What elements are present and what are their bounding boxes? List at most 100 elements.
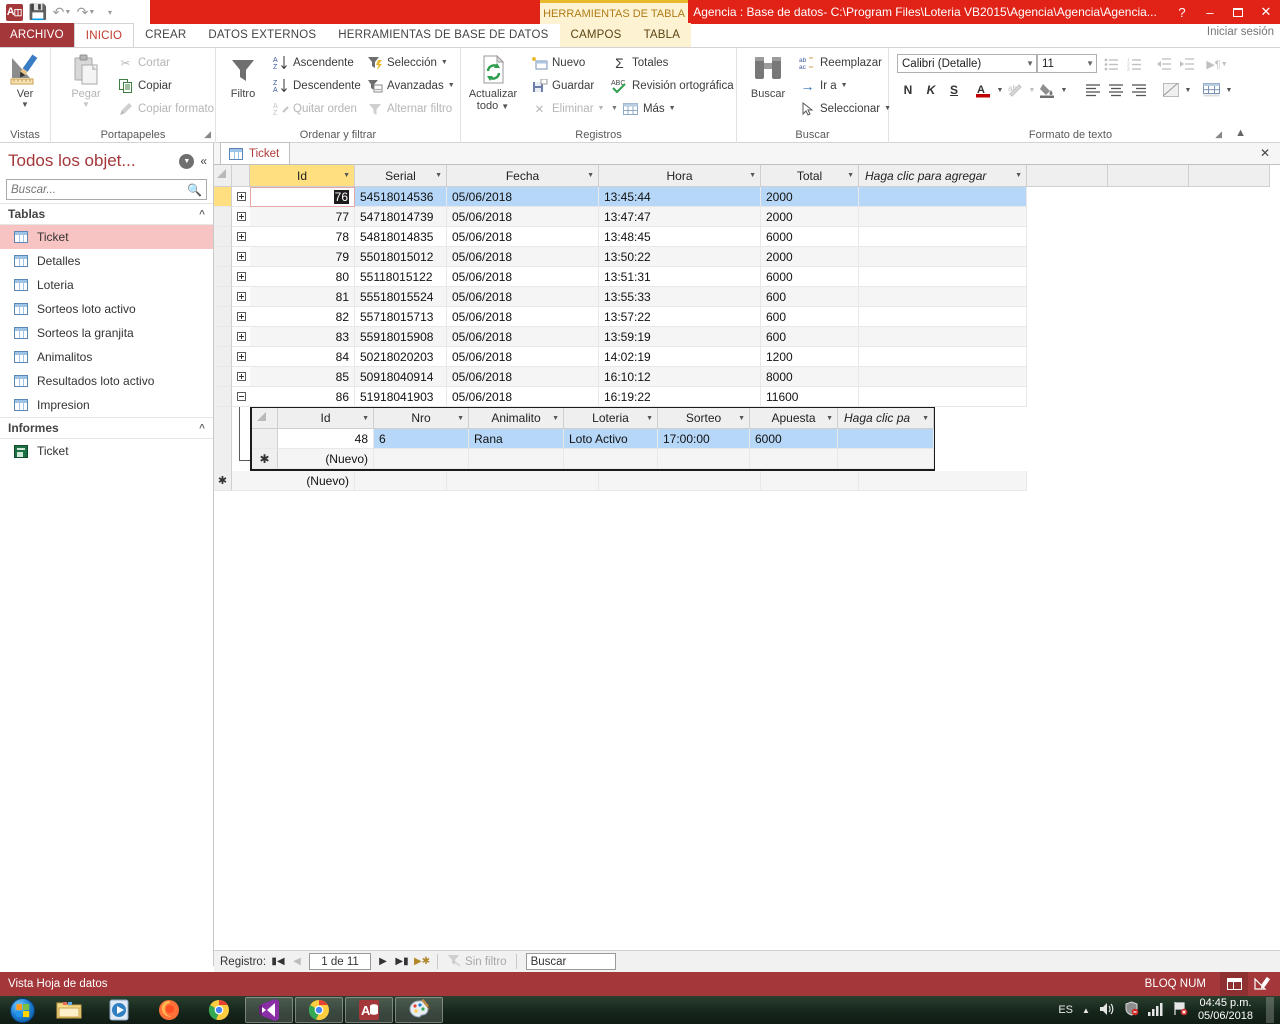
select-all-button[interactable] bbox=[214, 165, 232, 187]
sub-cell-new-animalito[interactable] bbox=[469, 449, 564, 469]
clock[interactable]: 04:45 p.m. 05/06/2018 bbox=[1198, 997, 1253, 1023]
sub-cell-nro[interactable]: 6 bbox=[374, 429, 469, 449]
redo-icon[interactable]: ↷ ▼ bbox=[76, 2, 96, 22]
table-row[interactable]: 77 54718014739 05/06/2018 13:47:47 2000 bbox=[214, 207, 1280, 227]
cell-total[interactable]: 600 bbox=[761, 327, 859, 347]
minimize-icon[interactable]: – bbox=[1196, 0, 1224, 24]
close-icon[interactable]: ✕ bbox=[1252, 0, 1280, 24]
row-expand-toggle[interactable] bbox=[232, 307, 250, 327]
subdatasheet-row[interactable]: 48 6 Rana Loto Activo 17:00:00 6000 bbox=[252, 429, 934, 449]
chevron-down-icon[interactable]: ▼ bbox=[1015, 172, 1022, 179]
cell-serial[interactable]: 55718015713 bbox=[355, 307, 447, 327]
visual-studio-icon[interactable] bbox=[245, 997, 293, 1023]
cell-add-field[interactable] bbox=[859, 307, 1027, 327]
show-hidden-icons-icon[interactable]: ▲ bbox=[1082, 1006, 1090, 1015]
bullets-button[interactable] bbox=[1101, 54, 1121, 74]
sign-in-link[interactable]: Iniciar sesión bbox=[1207, 26, 1274, 38]
mas-button[interactable]: ▼ Más ▼ bbox=[611, 98, 676, 119]
formato-dialog-launcher[interactable]: ◢ bbox=[1215, 129, 1222, 140]
cell-add-field[interactable] bbox=[859, 327, 1027, 347]
text-direction-button[interactable]: ▶¶ ▼ bbox=[1204, 54, 1230, 74]
cell-fecha[interactable]: 05/06/2018 bbox=[447, 387, 599, 407]
start-orb-icon[interactable] bbox=[0, 996, 44, 1024]
numbering-button[interactable]: 123 bbox=[1124, 54, 1144, 74]
next-record-button[interactable]: ▶ bbox=[376, 956, 390, 967]
cell-add-field[interactable] bbox=[859, 207, 1027, 227]
totales-button[interactable]: Σ Totales bbox=[611, 52, 668, 73]
row-expand-toggle[interactable] bbox=[232, 347, 250, 367]
cell-id[interactable]: 84 bbox=[250, 347, 355, 367]
cell-fecha[interactable]: 05/06/2018 bbox=[447, 327, 599, 347]
last-record-button[interactable]: ▶▮ bbox=[395, 956, 409, 967]
alternar-filtro-button[interactable]: Alternar filtro bbox=[366, 98, 452, 119]
font-name-combo[interactable]: Calibri (Detalle) ▼ bbox=[897, 54, 1037, 73]
chevron-down-icon[interactable]: ▼ bbox=[552, 415, 559, 422]
nav-item-resultados-loto-activo-table[interactable]: Resultados loto activo bbox=[0, 369, 213, 393]
cell-new-add-field[interactable] bbox=[859, 471, 1027, 491]
nav-group-informes[interactable]: Informes ^ bbox=[0, 417, 213, 439]
font-size-combo[interactable]: 11 ▼ bbox=[1037, 54, 1097, 73]
firefox-icon[interactable] bbox=[145, 997, 193, 1023]
new-record-marker[interactable]: ✱ bbox=[214, 471, 232, 491]
italic-button[interactable]: K bbox=[921, 80, 941, 100]
cell-serial[interactable]: 50218020203 bbox=[355, 347, 447, 367]
tab-archivo[interactable]: ARCHIVO bbox=[0, 23, 74, 47]
pegar-button[interactable]: Pegar ▼ bbox=[59, 52, 113, 109]
column-header-add-field[interactable]: Haga clic para agregar ▼ bbox=[859, 165, 1027, 187]
file-explorer-icon[interactable] bbox=[45, 997, 93, 1023]
sub-column-header-loteria[interactable]: Loteria ▼ bbox=[564, 408, 658, 429]
row-selector[interactable] bbox=[214, 387, 232, 407]
cell-fecha[interactable]: 05/06/2018 bbox=[447, 267, 599, 287]
cell-fecha[interactable]: 05/06/2018 bbox=[447, 307, 599, 327]
avanzadas-button[interactable]: Avanzadas ▼ bbox=[366, 75, 455, 96]
save-icon[interactable]: 💾 bbox=[28, 2, 48, 22]
chevron-down-icon[interactable]: ▼ bbox=[343, 172, 350, 179]
row-selector[interactable] bbox=[214, 267, 232, 287]
chrome-icon[interactable] bbox=[195, 997, 243, 1023]
sub-cell-new-add-field[interactable] bbox=[838, 449, 934, 469]
cell-fecha[interactable]: 05/06/2018 bbox=[447, 247, 599, 267]
sub-column-header-nro[interactable]: Nro ▼ bbox=[374, 408, 469, 429]
nav-menu-icon[interactable]: ▼ bbox=[179, 153, 195, 169]
cell-serial[interactable]: 55018015012 bbox=[355, 247, 447, 267]
chrome-window-icon[interactable] bbox=[295, 997, 343, 1023]
cell-total[interactable]: 6000 bbox=[761, 227, 859, 247]
row-expand-toggle[interactable] bbox=[232, 267, 250, 287]
cell-id[interactable]: 83 bbox=[250, 327, 355, 347]
close-object-icon[interactable]: ✕ bbox=[1260, 146, 1270, 160]
subdatasheet-select-all-button[interactable] bbox=[252, 408, 278, 429]
column-header-id[interactable]: Id ▼ bbox=[250, 165, 355, 187]
sub-cell-loteria[interactable]: Loto Activo bbox=[564, 429, 658, 449]
cell-id[interactable]: 76 bbox=[250, 187, 355, 207]
row-expand-toggle[interactable] bbox=[232, 187, 250, 207]
table-row[interactable]: 79 55018015012 05/06/2018 13:50:22 2000 bbox=[214, 247, 1280, 267]
chevron-down-icon[interactable]: ▼ bbox=[457, 415, 464, 422]
seleccion-button[interactable]: Selección ▼ bbox=[366, 52, 448, 73]
cell-total[interactable]: 600 bbox=[761, 307, 859, 327]
row-expand-toggle[interactable] bbox=[232, 247, 250, 267]
portapapeles-dialog-launcher[interactable]: ◢ bbox=[204, 129, 211, 140]
row-selector[interactable] bbox=[214, 327, 232, 347]
nav-item-sorteos-la-granjita-table[interactable]: Sorteos la granjita bbox=[0, 321, 213, 345]
cell-add-field[interactable] bbox=[859, 187, 1027, 207]
chevron-down-icon[interactable]: ▼ bbox=[922, 415, 929, 422]
cell-hora[interactable]: 13:51:31 bbox=[599, 267, 761, 287]
volume-icon[interactable] bbox=[1099, 1002, 1115, 1019]
copiar-button[interactable]: Copiar bbox=[117, 75, 172, 96]
previous-record-button[interactable]: ◀ bbox=[290, 956, 304, 967]
cell-serial[interactable]: 55118015122 bbox=[355, 267, 447, 287]
cell-new-fecha[interactable] bbox=[447, 471, 599, 491]
cell-id[interactable]: 79 bbox=[250, 247, 355, 267]
seleccionar-button[interactable]: Seleccionar ▼ bbox=[799, 98, 891, 119]
row-selector[interactable] bbox=[214, 287, 232, 307]
actualizar-todo-button[interactable]: Actualizar todo ▼ bbox=[461, 52, 525, 113]
show-desktop-button[interactable] bbox=[1266, 997, 1274, 1023]
column-header-serial[interactable]: Serial ▼ bbox=[355, 165, 447, 187]
nav-item-animalitos-table[interactable]: Animalitos bbox=[0, 345, 213, 369]
restore-icon[interactable] bbox=[1224, 0, 1252, 24]
datasheet-search-input[interactable]: Buscar bbox=[525, 953, 616, 970]
cell-fecha[interactable]: 05/06/2018 bbox=[447, 187, 599, 207]
tab-datos-externos[interactable]: DATOS EXTERNOS bbox=[197, 23, 327, 47]
nav-item-loteria-table[interactable]: Loteria bbox=[0, 273, 213, 297]
row-selector[interactable] bbox=[214, 207, 232, 227]
